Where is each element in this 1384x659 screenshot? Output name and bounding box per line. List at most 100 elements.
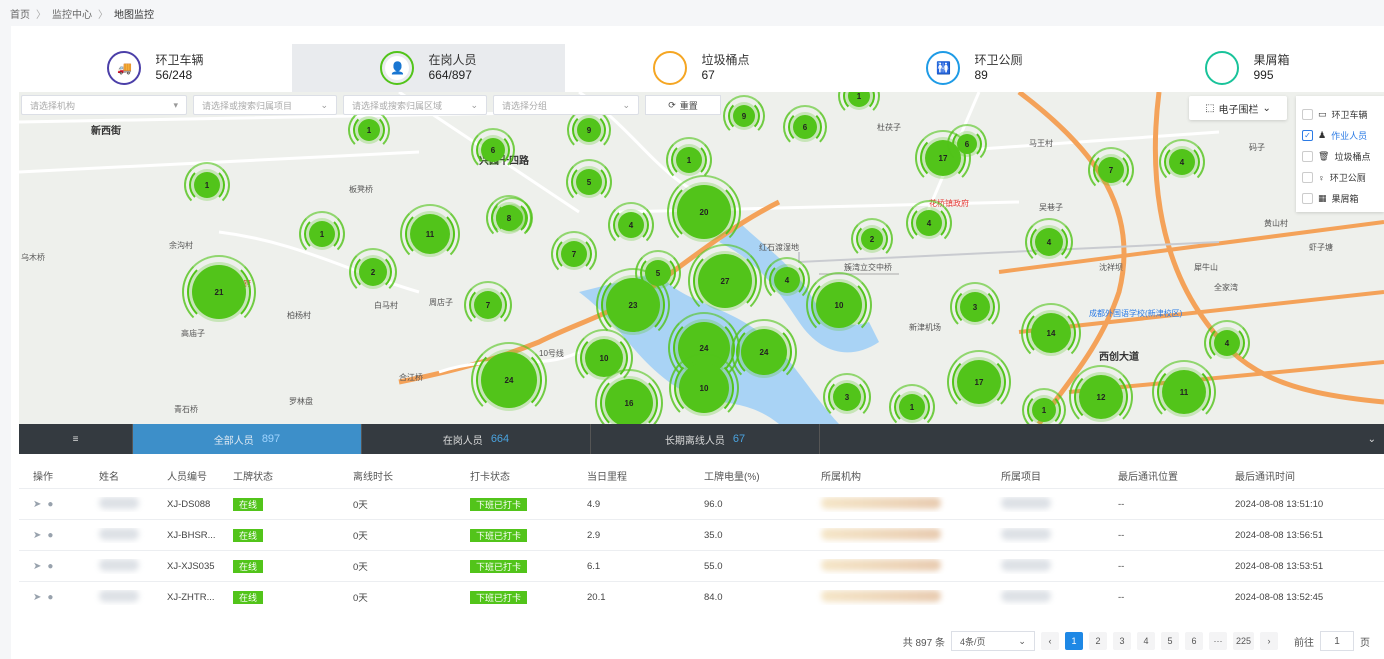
page-unit: 页 bbox=[1360, 637, 1370, 649]
personnel-cluster-marker[interactable]: 24 bbox=[731, 319, 797, 385]
personnel-cluster-marker[interactable]: 24 bbox=[471, 342, 547, 418]
personnel-cluster-marker[interactable]: 23 bbox=[596, 268, 670, 342]
locate-icon[interactable]: ● bbox=[47, 561, 53, 572]
personnel-cluster-marker[interactable]: 1 bbox=[666, 137, 712, 183]
layer-toggle-3[interactable]: ♀ 环卫公厕 bbox=[1302, 167, 1378, 188]
page-button[interactable]: 1 bbox=[1064, 632, 1083, 650]
personnel-cluster-marker[interactable]: 17 bbox=[947, 350, 1011, 414]
personnel-cluster-marker[interactable]: 4 bbox=[608, 202, 654, 248]
tab-2[interactable]: 长期离线人员 67 bbox=[591, 424, 820, 454]
page-button[interactable]: 6 bbox=[1184, 632, 1203, 650]
personnel-cluster-marker[interactable]: 7 bbox=[1088, 147, 1134, 193]
checkbox[interactable] bbox=[1302, 151, 1313, 162]
personnel-cluster-marker[interactable]: 7 bbox=[551, 231, 597, 277]
stat-card-4[interactable]: ▦ 果屑箱 995 bbox=[1111, 44, 1384, 92]
personnel-cluster-marker[interactable]: 1 bbox=[838, 92, 880, 117]
personnel-cluster-marker[interactable]: 1 bbox=[348, 109, 390, 151]
org-select[interactable]: 请选择机构 ▾ bbox=[21, 95, 187, 115]
personnel-cluster-marker[interactable]: 2 bbox=[349, 248, 397, 296]
personnel-cluster-marker[interactable]: 12 bbox=[1069, 365, 1133, 424]
layer-toggle-2[interactable]: 🗑 垃圾桶点 bbox=[1302, 146, 1378, 167]
tab-1[interactable]: 在岗人员 664 bbox=[362, 424, 591, 454]
personnel-cluster-marker[interactable]: 10 bbox=[806, 272, 872, 338]
personnel-cluster-marker[interactable]: 27 bbox=[688, 244, 762, 318]
personnel-cluster-marker[interactable]: 20 bbox=[667, 175, 741, 249]
stat-card-1[interactable]: 👤 在岗人员 664/897 bbox=[292, 44, 565, 92]
column-header: 工牌状态 bbox=[233, 471, 273, 483]
send-icon[interactable]: ➤ bbox=[33, 499, 41, 510]
column-header: 离线时长 bbox=[353, 471, 393, 483]
personnel-cluster-marker[interactable]: 6 bbox=[947, 124, 987, 164]
goto-page-input[interactable]: 1 bbox=[1320, 631, 1354, 651]
breadcrumb-separator: 〉 bbox=[98, 9, 108, 21]
personnel-cluster-marker[interactable]: 16 bbox=[595, 369, 663, 424]
page-button[interactable]: 3 bbox=[1112, 632, 1131, 650]
layer-toggle-1[interactable]: ✓ ♟ 作业人员 bbox=[1302, 125, 1378, 146]
page-size-select[interactable]: 4条/页 ⌄ bbox=[950, 631, 1035, 651]
personnel-cluster-marker[interactable]: 21 bbox=[182, 255, 256, 329]
page-button[interactable]: ··· bbox=[1208, 632, 1227, 650]
checkbox[interactable]: ✓ bbox=[1302, 130, 1313, 141]
personnel-cluster-marker[interactable]: 8 bbox=[486, 195, 532, 241]
personnel-cluster-marker[interactable]: 11 bbox=[400, 204, 460, 264]
table-row[interactable]: ➤ ● XJ-BHSR... 在线 0天 下班已打卡 2.9 35.0 -- 2024-08-08… bbox=[19, 519, 1384, 550]
table-row[interactable]: ➤ ● XJ-ZHTR... 在线 0天 下班已打卡 20.1 84.0 -- 2024-08-0… bbox=[19, 581, 1384, 612]
fence-dropdown[interactable]: ⬚ 电子围栏 ⌄ bbox=[1189, 96, 1287, 120]
personnel-cluster-marker[interactable]: 4 bbox=[764, 257, 810, 303]
personnel-cluster-marker[interactable]: 11 bbox=[1152, 360, 1216, 424]
personnel-cluster-marker[interactable]: 5 bbox=[566, 159, 612, 205]
personnel-cluster-marker[interactable]: 6 bbox=[783, 105, 827, 149]
stat-card-2[interactable]: 🗑 垃圾桶点 67 bbox=[565, 44, 838, 92]
personnel-cluster-marker[interactable]: 10 bbox=[669, 353, 739, 423]
send-icon[interactable]: ➤ bbox=[33, 530, 41, 541]
personnel-cluster-marker[interactable]: 1 bbox=[299, 211, 345, 257]
personnel-cluster-marker[interactable]: 4 bbox=[1159, 139, 1205, 185]
offline-duration: 0天 bbox=[353, 531, 368, 542]
table-row[interactable]: ➤ ● XJ-XJS035 在线 0天 下班已打卡 6.1 55.0 -- 2024-08-08 … bbox=[19, 550, 1384, 581]
group-select[interactable]: 请选择分组 ⌄ bbox=[493, 95, 639, 115]
page-button[interactable]: 2 bbox=[1088, 632, 1107, 650]
personnel-cluster-marker[interactable]: 6 bbox=[471, 128, 515, 172]
collapse-toggle[interactable]: ⌄ bbox=[820, 424, 1384, 454]
project-select[interactable]: 请选择或搜索归属项目 ⌄ bbox=[193, 95, 337, 115]
layer-toggle-4[interactable]: ▦ 果屑箱 bbox=[1302, 188, 1378, 209]
area-select[interactable]: 请选择或搜索归属区域 ⌄ bbox=[343, 95, 487, 115]
personnel-cluster-marker[interactable]: 3 bbox=[950, 282, 1000, 332]
personnel-cluster-marker[interactable]: 4 bbox=[906, 200, 952, 246]
personnel-cluster-marker[interactable]: 4 bbox=[1025, 218, 1073, 266]
reset-button[interactable]: ⟳ 重置 bbox=[645, 95, 721, 115]
send-icon[interactable]: ➤ bbox=[33, 592, 41, 603]
personnel-cluster-marker[interactable]: 7 bbox=[464, 281, 512, 329]
menu-toggle[interactable]: ≡ bbox=[19, 424, 133, 454]
breadcrumb-home[interactable]: 首页 bbox=[10, 6, 30, 21]
personnel-cluster-marker[interactable]: 1 bbox=[184, 162, 230, 208]
page-button[interactable]: 225 bbox=[1232, 632, 1254, 650]
personnel-cluster-marker[interactable]: 4 bbox=[1204, 320, 1250, 366]
send-icon[interactable]: ➤ bbox=[33, 561, 41, 572]
next-page-button[interactable]: › bbox=[1260, 632, 1278, 650]
locate-icon[interactable]: ● bbox=[47, 530, 53, 541]
personnel-cluster-marker[interactable]: 1 bbox=[889, 384, 935, 424]
breadcrumb-monitor[interactable]: 监控中心 bbox=[52, 6, 92, 21]
checkbox[interactable] bbox=[1302, 109, 1313, 120]
personnel-cluster-marker[interactable]: 14 bbox=[1021, 303, 1081, 363]
stat-card-0[interactable]: 🚚 环卫车辆 56/248 bbox=[19, 44, 292, 92]
personnel-cluster-marker[interactable]: 2 bbox=[851, 218, 893, 260]
table-row[interactable]: ➤ ● XJ-DS088 在线 0天 下班已打卡 4.9 96.0 -- 2024-08-08 1… bbox=[19, 488, 1384, 519]
stat-card-3[interactable]: 🚻 环卫公厕 89 bbox=[838, 44, 1111, 92]
personnel-cluster-marker[interactable]: 9 bbox=[567, 108, 611, 152]
tab-0[interactable]: 全部人员 897 bbox=[133, 424, 362, 454]
personnel-cluster-marker[interactable]: 3 bbox=[823, 373, 871, 421]
column-header: 所属机构 bbox=[821, 471, 861, 483]
personnel-cluster-marker[interactable]: 1 bbox=[1022, 388, 1066, 424]
page-button[interactable]: 4 bbox=[1136, 632, 1155, 650]
personnel-cluster-marker[interactable]: 9 bbox=[723, 95, 765, 137]
checkbox[interactable] bbox=[1302, 193, 1313, 204]
layer-toggle-0[interactable]: ▭ 环卫车辆 bbox=[1302, 104, 1378, 125]
locate-icon[interactable]: ● bbox=[47, 592, 53, 603]
map-view[interactable]: 新西街兴园十四路板凳桥余沟村乌木桥兴镇政府高庙子柏杨村白马村周店子合江桥罗林盘青… bbox=[19, 92, 1384, 424]
checkbox[interactable] bbox=[1302, 172, 1313, 183]
prev-page-button[interactable]: ‹ bbox=[1040, 632, 1059, 650]
locate-icon[interactable]: ● bbox=[47, 499, 53, 510]
page-button[interactable]: 5 bbox=[1160, 632, 1179, 650]
